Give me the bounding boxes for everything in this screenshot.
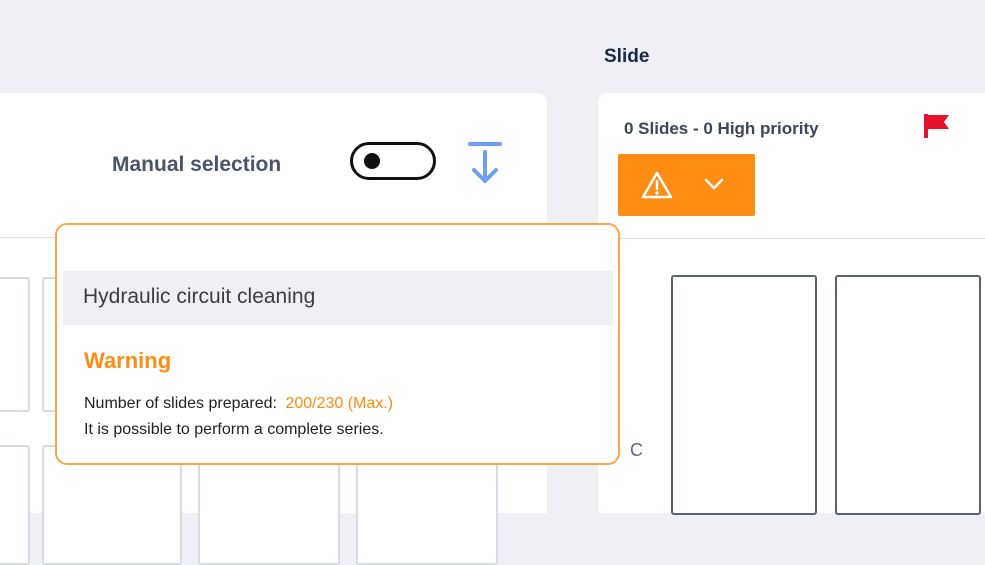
toggle-knob-icon <box>364 153 380 169</box>
right-panel-divider <box>598 238 985 239</box>
row-label: C <box>630 440 643 460</box>
slide-slot[interactable] <box>671 275 817 515</box>
tooltip-title: Hydraulic circuit cleaning <box>83 285 316 308</box>
tooltip-status: Warning <box>84 348 172 373</box>
flag-icon <box>924 114 949 138</box>
chevron-down-icon <box>704 178 724 190</box>
warning-triangle-icon <box>641 171 673 199</box>
top-bar: Slide <box>0 0 985 92</box>
slides-prepared-value: 200/230 (Max.) <box>285 395 394 412</box>
grid-cell[interactable] <box>0 277 30 412</box>
manual-selection-label: Manual selection <box>112 153 282 176</box>
right-panel: 0 Slides - 0 High priority <box>598 93 985 515</box>
slides-count-summary: 0 Slides - 0 High priority <box>624 119 819 138</box>
tooltip-header: Hydraulic circuit cleaning <box>63 271 613 325</box>
section-title-slide: Slide <box>604 46 650 67</box>
slides-prepared-label: Number of slides prepared: <box>84 395 277 412</box>
warning-filter-dropdown[interactable] <box>618 154 755 216</box>
sort-to-bottom-icon[interactable] <box>467 141 503 185</box>
tooltip-slides-prepared: Number of slides prepared: 200/230 (Max.… <box>84 395 393 413</box>
slide-slot[interactable] <box>835 275 981 515</box>
tooltip-note: It is possible to perform a complete ser… <box>84 421 384 438</box>
manual-selection-toggle[interactable] <box>350 142 436 180</box>
grid-cell[interactable] <box>0 445 30 565</box>
info-tooltip: Hydraulic circuit cleaning Warning Numbe… <box>55 223 620 465</box>
